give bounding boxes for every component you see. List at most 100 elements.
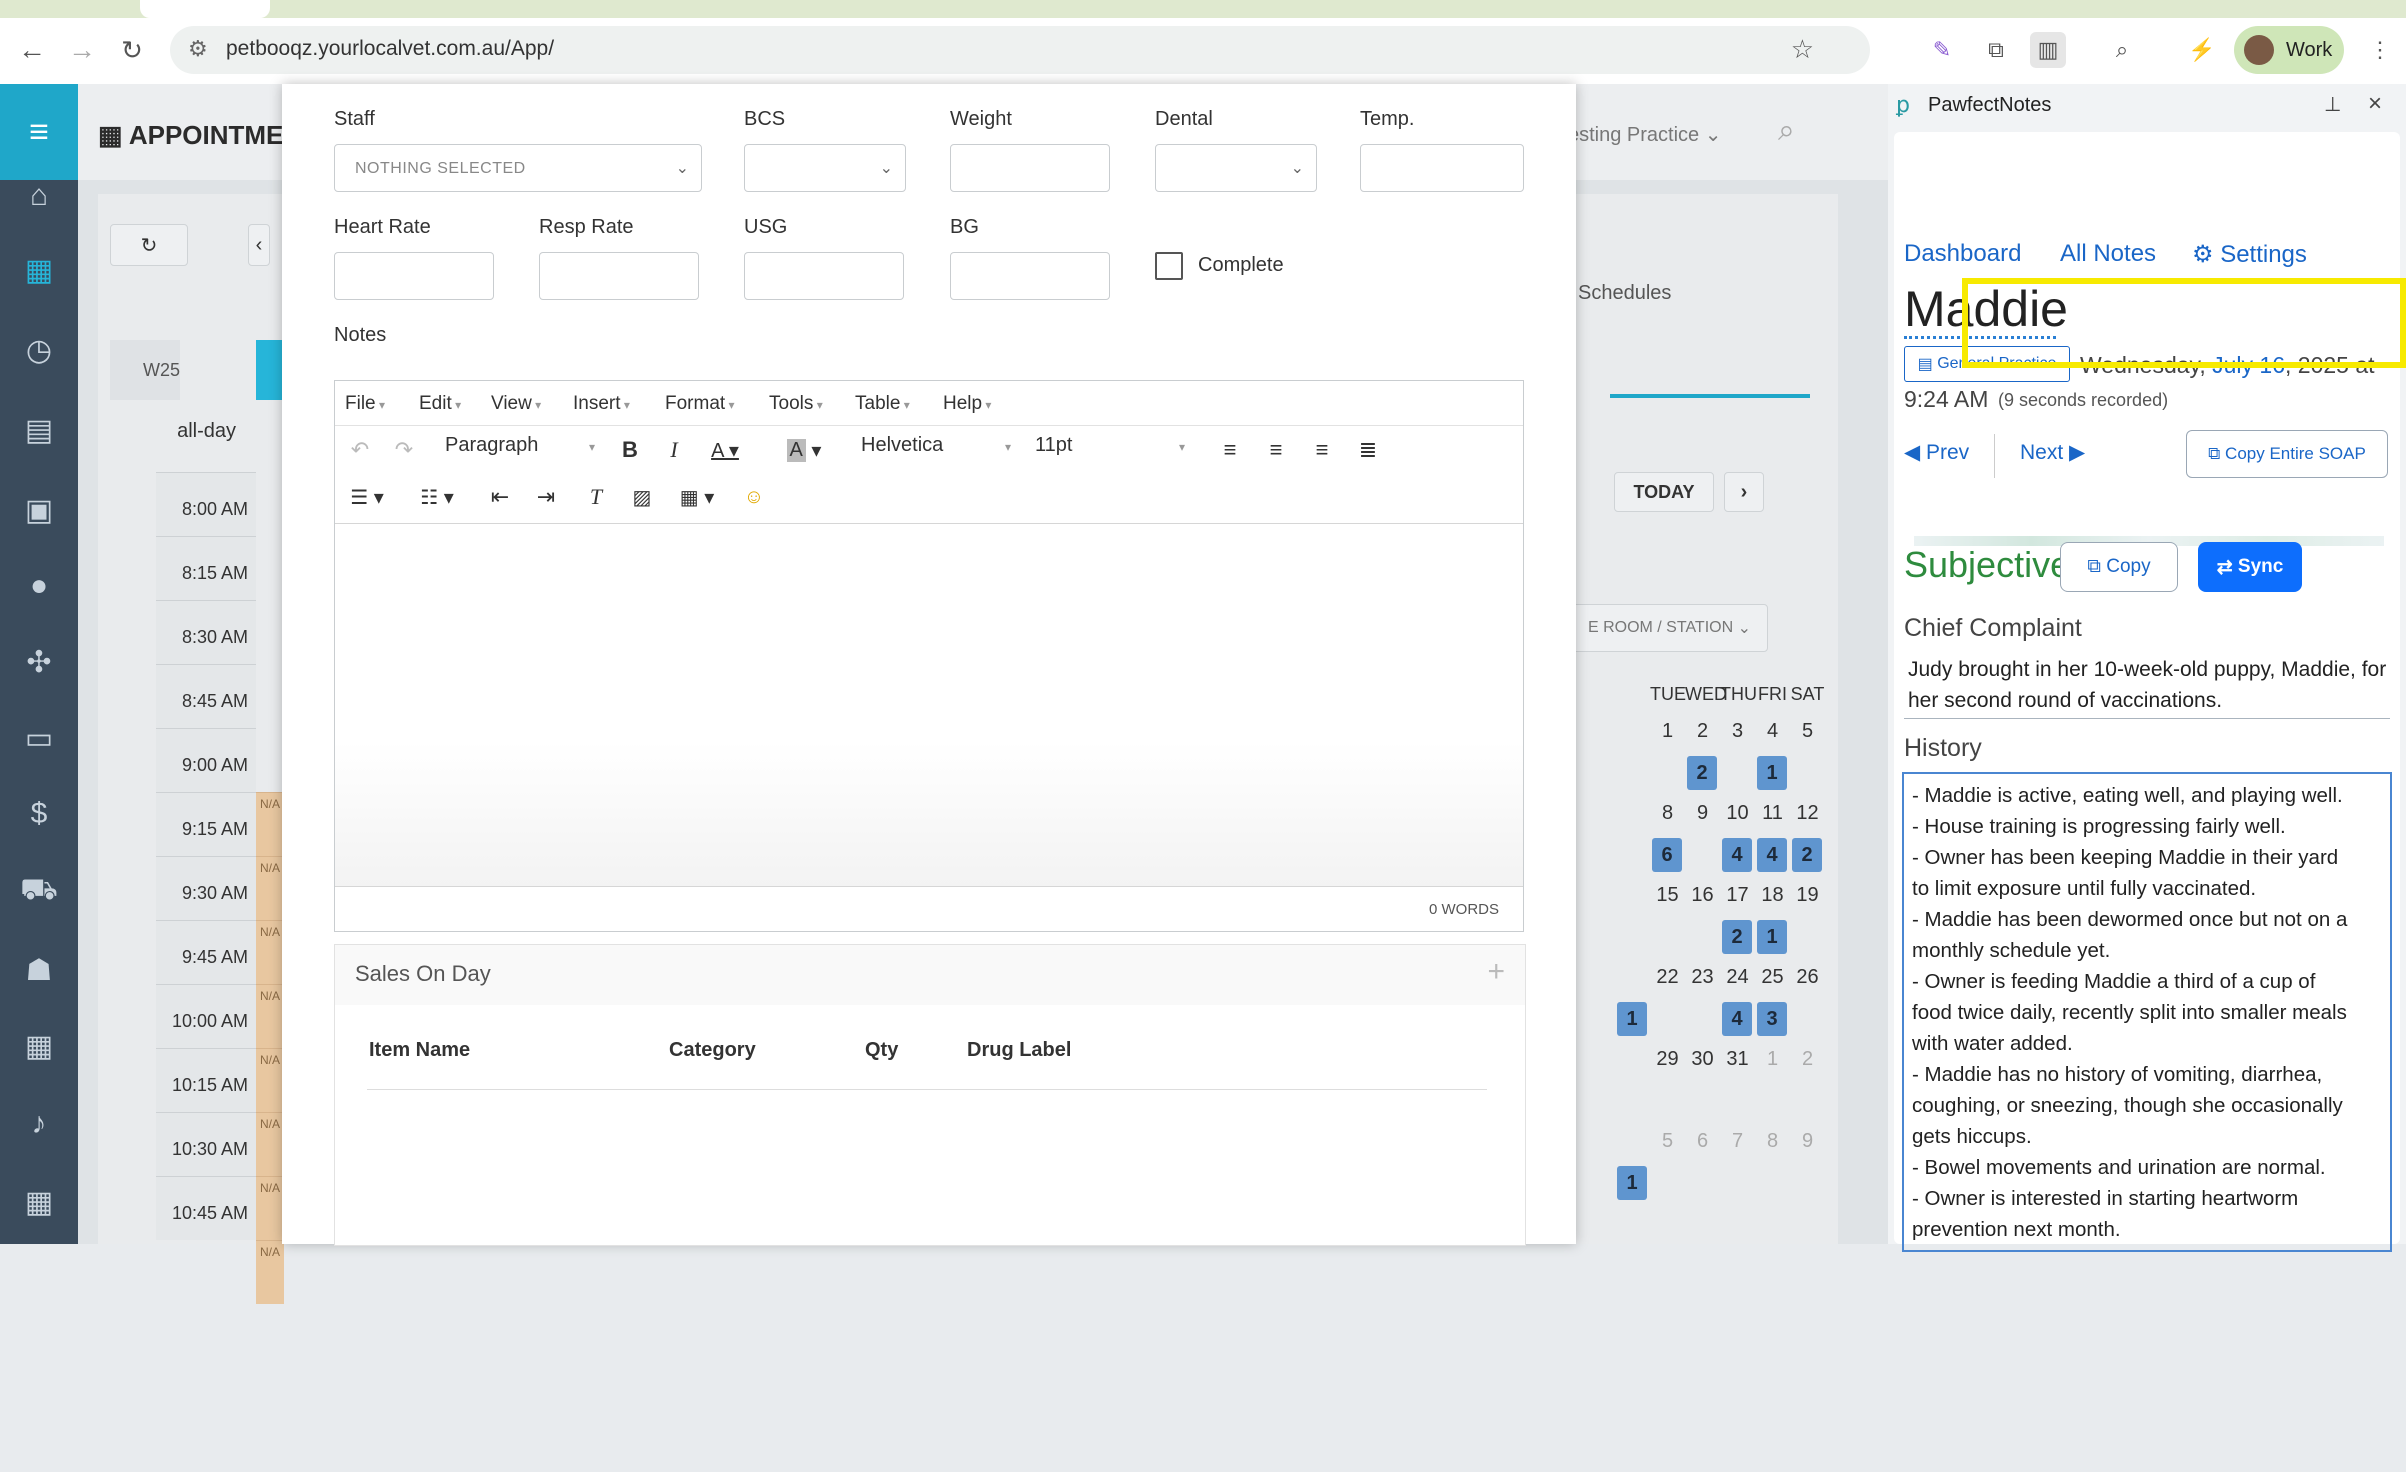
minical-date[interactable]: 8 [1755, 1130, 1790, 1168]
minical-date[interactable]: 16 [1685, 884, 1720, 922]
minical-date[interactable]: 1 [1755, 1048, 1790, 1086]
unavailable-slot[interactable]: N/A [256, 856, 284, 920]
group-icon[interactable]: ☗ [19, 950, 59, 990]
dental-select[interactable]: ⌄ [1155, 144, 1317, 192]
next-button[interactable]: Next ▶ [2020, 440, 2085, 465]
bell-icon[interactable]: ♪ [19, 1104, 59, 1144]
plus-icon[interactable]: + [1487, 955, 1505, 989]
align-right-icon[interactable]: ≡ [1307, 434, 1337, 466]
appointment-count-badge[interactable]: 1 [1617, 1002, 1647, 1036]
credit-card-icon[interactable]: ▭ [19, 718, 59, 758]
editor-menu-file[interactable]: File [345, 393, 385, 415]
close-icon[interactable]: × [2368, 90, 2382, 118]
bookmark-star-icon[interactable]: ☆ [1791, 34, 1814, 65]
minical-date[interactable]: 3 [1720, 720, 1755, 758]
settings-link[interactable]: ⚙ Settings [2192, 240, 2307, 269]
profile-button[interactable]: Work [2234, 26, 2344, 74]
editor-menu-help[interactable]: Help [943, 393, 991, 415]
minical-date[interactable]: 9 [1685, 802, 1720, 840]
copy-section-button[interactable]: ⧉ Copy [2060, 542, 2178, 592]
align-center-icon[interactable]: ≡ [1261, 434, 1291, 466]
appointment-count-badge[interactable]: 4 [1722, 1002, 1752, 1036]
browser-tab[interactable] [140, 0, 270, 18]
unavailable-slot[interactable]: N/A [256, 1048, 284, 1112]
background-color-icon[interactable]: A ▾ [781, 434, 827, 466]
minical-date[interactable]: 2 [1790, 1048, 1825, 1086]
search-icon[interactable]: ⌕ [1778, 114, 1795, 148]
prev-period-button[interactable]: ‹ [248, 224, 270, 266]
minical-date[interactable]: 18 [1755, 884, 1790, 922]
numbered-list-icon[interactable]: ☷ ▾ [415, 481, 459, 513]
tab-search-icon[interactable]: ⌕ [2104, 32, 2140, 68]
calendar-icon[interactable]: ▦ [19, 250, 59, 290]
align-left-icon[interactable]: ≡ [1215, 434, 1245, 466]
redo-icon[interactable]: ↷ [389, 434, 419, 466]
room-station-select[interactable]: E ROOM / STATION ⌄ [1550, 604, 1768, 652]
image-icon[interactable]: ▨ [627, 481, 657, 513]
text-color-icon[interactable]: A ▾ [705, 434, 745, 466]
unavailable-slot[interactable]: N/A [256, 1176, 284, 1240]
complete-checkbox[interactable] [1155, 252, 1183, 280]
block-format-select[interactable]: Paragraph ▾ [445, 434, 595, 466]
paw-icon[interactable]: ✣ [19, 642, 59, 682]
font-size-select[interactable]: 11pt ▾ [1035, 434, 1185, 466]
indent-icon[interactable]: ⇥ [531, 481, 561, 513]
weight-input[interactable] [950, 144, 1110, 192]
bullet-list-icon[interactable]: ☰ ▾ [345, 481, 389, 513]
performance-icon[interactable]: ⚡ [2184, 32, 2220, 68]
minical-date[interactable]: 15 [1650, 884, 1685, 922]
minical-date[interactable]: 29 [1650, 1048, 1685, 1086]
emoji-icon[interactable]: ☺ [739, 481, 769, 513]
minical-date[interactable]: 22 [1650, 966, 1685, 1004]
cart-icon[interactable]: ⛟ [19, 872, 59, 912]
minical-date[interactable]: 12 [1790, 802, 1825, 840]
clock-icon[interactable]: ◷ [19, 330, 59, 370]
pin-icon[interactable]: ⊥ [2324, 92, 2341, 117]
unavailable-slot[interactable]: N/A [256, 984, 284, 1048]
extensions-icon[interactable]: ⧉ [1978, 32, 2014, 68]
editor-menu-tools[interactable]: Tools [769, 393, 823, 415]
bold-icon[interactable]: B [615, 434, 645, 466]
italic-icon[interactable]: I [659, 434, 689, 466]
staff-select[interactable]: NOTHING SELECTED ⌄ [334, 144, 702, 192]
clipboard-icon[interactable]: ▣ [19, 490, 59, 530]
side-panel-icon[interactable]: ▥ [2030, 32, 2066, 68]
undo-icon[interactable]: ↶ [345, 434, 375, 466]
resp-rate-input[interactable] [539, 252, 699, 300]
temp-input[interactable] [1360, 144, 1524, 192]
schedules-tab[interactable]: Schedules [1578, 282, 1671, 305]
clear-formatting-icon[interactable]: T [581, 481, 611, 513]
font-family-select[interactable]: Helvetica ▾ [861, 434, 1011, 466]
home-icon[interactable]: ⌂ [19, 176, 59, 216]
history-textarea[interactable]: - Maddie is active, eating well, and pla… [1902, 772, 2392, 1252]
chief-complaint-text[interactable]: Judy brought in her 10-week-old puppy, M… [1908, 654, 2388, 716]
minical-date[interactable]: 5 [1650, 1130, 1685, 1168]
appointment-count-badge[interactable]: 1 [1757, 920, 1787, 954]
appointment-count-badge[interactable]: 1 [1757, 756, 1787, 790]
sync-button[interactable]: ⇄ Sync [2198, 542, 2302, 592]
minical-date[interactable]: 25 [1755, 966, 1790, 1004]
minical-date[interactable]: 24 [1720, 966, 1755, 1004]
minical-date[interactable]: 17 [1720, 884, 1755, 922]
newspaper-icon[interactable]: ▦ [19, 1026, 59, 1066]
appointment-count-badge[interactable]: 4 [1757, 838, 1787, 872]
practice-select[interactable]: esting Practice ⌄ [1568, 122, 1722, 147]
appointment-count-badge[interactable]: 1 [1617, 1166, 1647, 1200]
today-button[interactable]: TODAY [1614, 472, 1714, 512]
minical-date[interactable]: 7 [1720, 1130, 1755, 1168]
minical-date[interactable]: 10 [1720, 802, 1755, 840]
editor-menu-edit[interactable]: Edit [419, 393, 461, 415]
appointment-count-badge[interactable]: 6 [1652, 838, 1682, 872]
align-justify-icon[interactable]: ≣ [1353, 434, 1383, 466]
outdent-icon[interactable]: ⇤ [485, 481, 515, 513]
schedule-icon[interactable]: ▤ [19, 410, 59, 450]
editor-content-area[interactable] [335, 523, 1523, 886]
prev-button[interactable]: ◀ Prev [1904, 440, 1969, 465]
appointment-count-badge[interactable]: 4 [1722, 838, 1752, 872]
site-info-icon[interactable]: ⚙ [188, 36, 208, 62]
unavailable-slot[interactable]: N/A [256, 792, 284, 856]
calculator-icon[interactable]: ▦ [19, 1182, 59, 1222]
minical-date[interactable]: 4 [1755, 720, 1790, 758]
minical-date[interactable]: 19 [1790, 884, 1825, 922]
editor-menu-format[interactable]: Format [665, 393, 735, 415]
